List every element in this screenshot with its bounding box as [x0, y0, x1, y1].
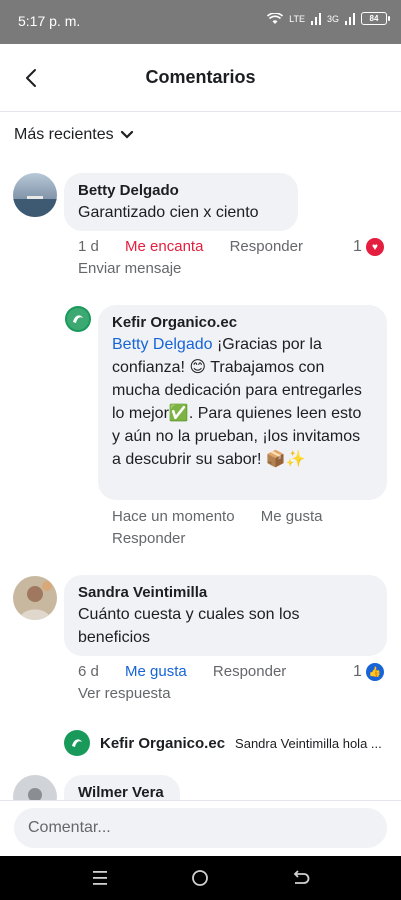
comment-author[interactable]: Betty Delgado	[78, 181, 284, 201]
reaction-count-sandra[interactable]: 1 👍	[353, 663, 384, 681]
reaction-count-betty[interactable]: 1 ♥	[353, 238, 384, 256]
heart-icon: ♥	[365, 238, 384, 256]
home-icon[interactable]	[190, 868, 210, 888]
battery-level: 84	[369, 14, 379, 23]
system-nav-bar	[0, 856, 401, 900]
reaction-count: 1	[353, 238, 362, 255]
comment-time: 6 d	[78, 663, 99, 680]
sort-label: Más recientes	[14, 126, 114, 143]
comment-author[interactable]: Sandra Veintimilla	[78, 583, 373, 603]
comment-actions-sandra: 6 d Me gusta Responder	[78, 661, 308, 683]
view-reply-button[interactable]: Ver respuesta	[78, 685, 171, 702]
sort-dropdown[interactable]: Más recientes	[14, 126, 134, 144]
reply-actions-kefir: Hace un momento Me gusta	[112, 506, 344, 528]
reply-author[interactable]: Kefir Organico.ec	[112, 313, 373, 333]
reply-preview-text: Sandra Veintimilla hola ...	[235, 735, 382, 751]
reply-preview-author: Kefir Organico.ec	[100, 734, 226, 752]
reaction-count: 1	[353, 663, 362, 680]
love-button[interactable]: Me encanta	[125, 238, 203, 255]
avatar-kefir[interactable]	[65, 306, 91, 332]
header: Comentarios	[0, 44, 401, 112]
avatar-betty[interactable]	[13, 173, 57, 217]
3g-label: 3G	[326, 13, 339, 24]
reply-button[interactable]: Responder	[112, 530, 185, 547]
thumbs-up-icon: 👍	[365, 663, 384, 681]
avatar-kefir-small	[64, 730, 90, 756]
view-reply-row: Ver respuesta	[78, 683, 193, 705]
send-message-button[interactable]: Enviar mensaje	[78, 260, 181, 277]
signal-icon-2	[345, 12, 355, 25]
status-bar: 5:17 p. m. LTE 3G 84	[0, 0, 401, 44]
comment-bubble-sandra[interactable]: Sandra Veintimilla Cuánto cuesta y cuale…	[64, 575, 387, 656]
signal-icon	[310, 12, 321, 25]
reply-text: ¡Gracias por la confianza! 😊 Trabajamos …	[112, 336, 362, 468]
recent-apps-icon[interactable]	[90, 868, 110, 888]
comment-input[interactable]: Comentar...	[14, 808, 387, 848]
lte-label: LTE	[289, 13, 305, 24]
wifi-icon	[267, 12, 284, 24]
chevron-down-icon	[120, 130, 133, 139]
composer-bar: Comentar...	[0, 800, 401, 856]
like-button[interactable]: Me gusta	[261, 508, 323, 525]
reply-time: Hace un momento	[112, 508, 235, 525]
status-icons: LTE 3G 84	[267, 12, 390, 25]
reply-button[interactable]: Responder	[230, 238, 303, 255]
avatar-sandra[interactable]	[13, 576, 57, 620]
comment-bubble-betty[interactable]: Betty Delgado Garantizado cien x ciento	[64, 173, 298, 231]
reply-respond-row: Responder	[112, 528, 207, 550]
page-title: Comentarios	[145, 67, 256, 87]
like-button[interactable]: Me gusta	[125, 663, 187, 680]
reply-button[interactable]: Responder	[213, 663, 286, 680]
comment-actions-betty: 1 d Me encanta Responder	[78, 236, 325, 258]
comment-text: Garantizado cien x ciento	[78, 204, 259, 221]
back-icon[interactable]	[290, 868, 310, 888]
reply-preview-kefir[interactable]: Kefir Organico.ec Sandra Veintimilla hol…	[64, 730, 394, 756]
comment-time: 1 d	[78, 238, 99, 255]
battery-icon: 84	[361, 12, 390, 25]
reply-bubble-kefir[interactable]: Kefir Organico.ec Betty Delgado ¡Gracias…	[98, 305, 387, 500]
status-time: 5:17 p. m.	[18, 13, 81, 29]
mention-link[interactable]: Betty Delgado	[112, 336, 213, 353]
send-message-row: Enviar mensaje	[78, 258, 203, 280]
comment-text: Cuánto cuesta y cuales son los beneficio…	[78, 606, 300, 646]
